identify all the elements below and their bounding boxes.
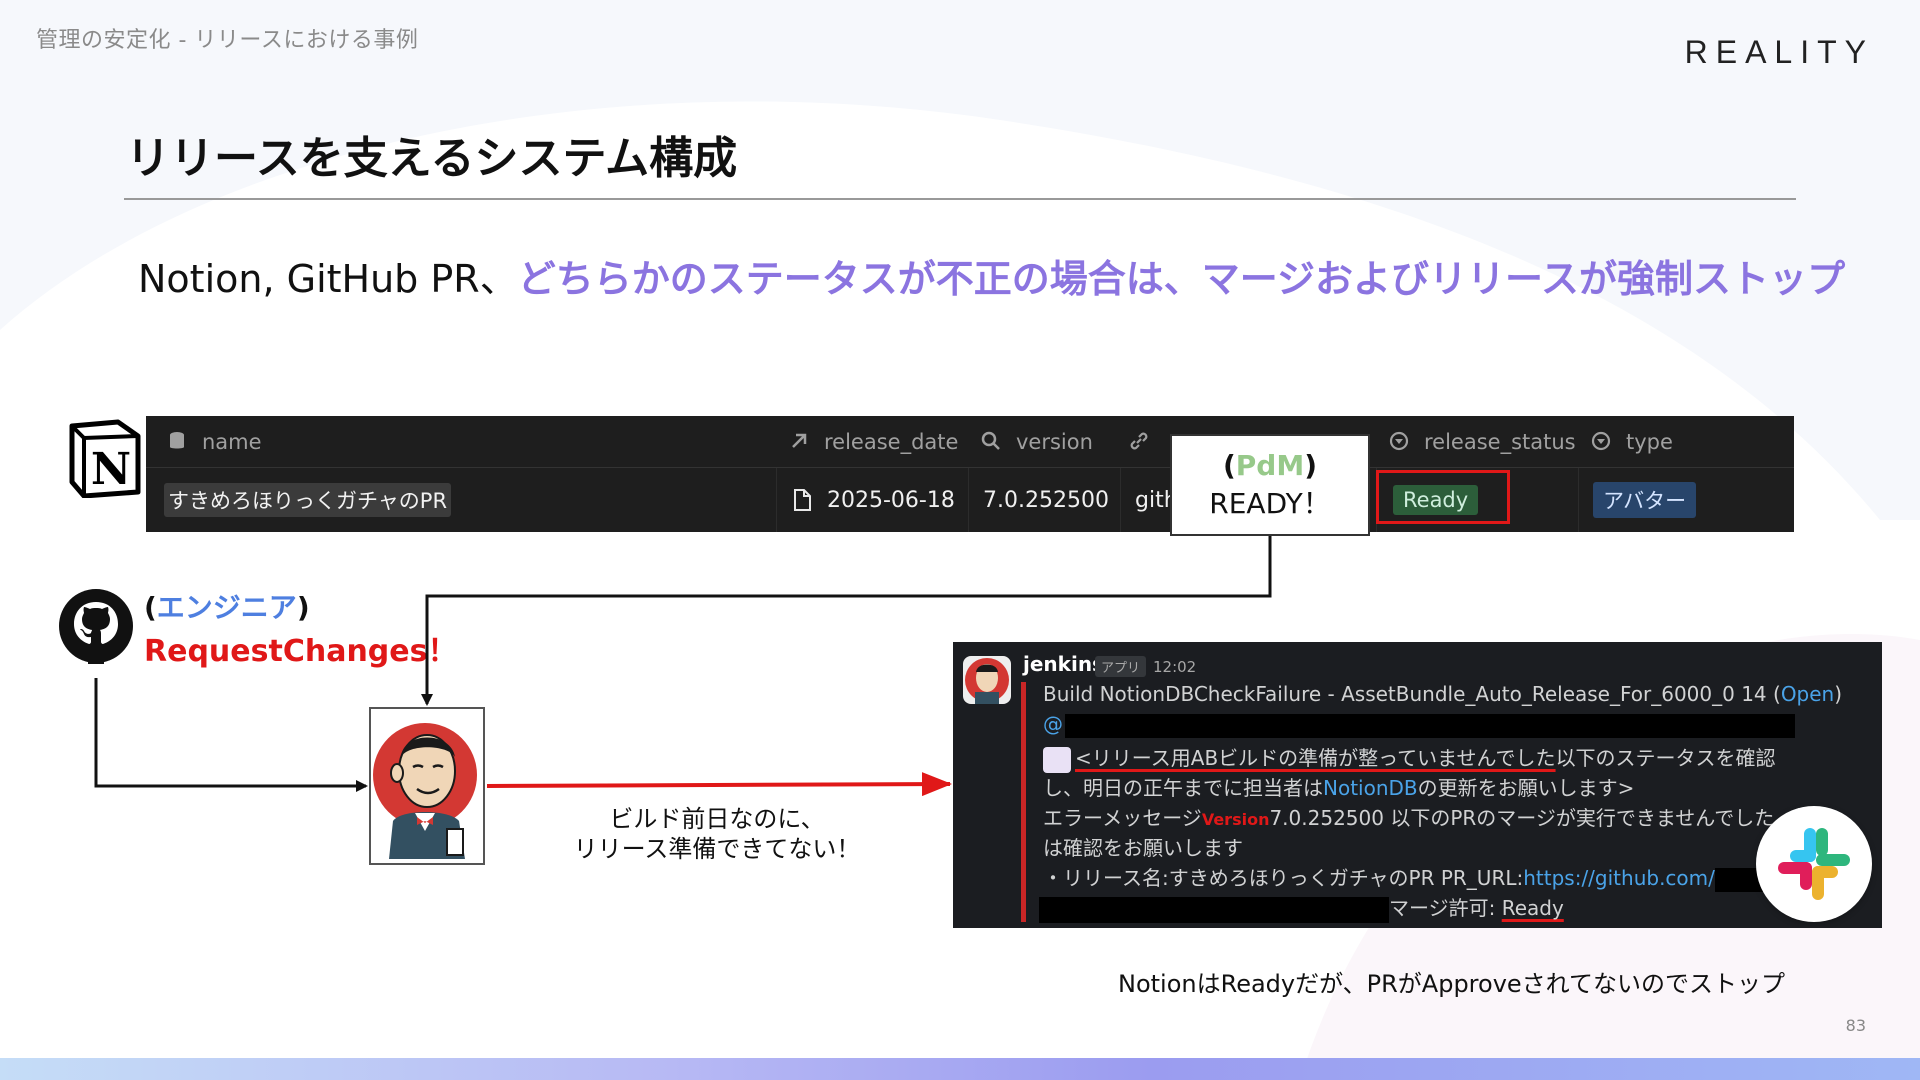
paren-close: ) [296,591,310,624]
paren-close: ) [1304,449,1318,483]
database-icon [166,430,190,454]
build-line: Build NotionDBCheckFailure - AssetBundle… [1043,682,1842,706]
party-emoji-icon [1043,746,1071,773]
pdm-role-line: (PdM) [1223,447,1317,485]
message-text: エラーメッセージ [1043,806,1202,830]
mention[interactable]: @ [1043,712,1063,736]
column-header-release-date[interactable]: release_date [788,416,978,467]
cell-version[interactable]: 7.0.252500 [968,468,1120,532]
message-line-1: <リリース用ABビルドの準備が整っていませんでした以下のステータスを確認 [1043,742,1776,773]
column-header-type[interactable]: type [1590,416,1770,467]
column-header-label: name [202,429,262,454]
message-line-5: ・リリース名:すきめろほりっくガチャのPR PR_URL:https://git… [1043,862,1805,892]
pdm-role: PdM [1235,449,1305,483]
cell-release-date[interactable]: 2025-06-18 [776,468,968,532]
build-close: ) [1834,682,1843,706]
jenkins-mascot-icon [373,723,477,859]
table-header: name release_date version release_status [146,416,1794,468]
column-header-release-status[interactable]: release_status [1388,416,1578,467]
merge-status: Ready [1501,896,1564,920]
version-tag: Version [1201,810,1270,829]
svg-text:N: N [91,444,131,495]
select-icon [1590,430,1614,454]
github-logo-icon [59,589,133,664]
notion-database-table: name release_date version release_status [146,416,1794,532]
column-header-version[interactable]: version [980,416,1130,467]
footer-note: NotionはReadyだが、PRがApproveされてないのでストップ [1118,970,1785,998]
message-rest: 以下のステータスを確認 [1555,746,1776,770]
column-header-name[interactable]: name [166,416,766,467]
ready-highlight-box [1376,470,1510,524]
message-time[interactable]: 12:02 [1153,658,1196,676]
notiondb-link[interactable]: NotionDB [1323,776,1418,800]
brand-logo: REALITY [1684,34,1874,70]
build-text: Build NotionDBCheckFailure - AssetBundle… [1043,682,1781,706]
cell-name[interactable]: すきめろほりっくガチャのPR [146,468,776,532]
message-line-4: は確認をお願いします [1043,836,1243,860]
subtitle: Notion, GitHub PR、どちらかのステータスが不正の場合は、マージお… [138,248,1845,303]
column-header-label: type [1626,429,1673,454]
slack-sender[interactable]: jenkins [1023,652,1104,676]
message-text: の更新をお願いします> [1417,776,1635,800]
subtitle-prefix: Notion, GitHub PR、 [138,257,518,301]
column-header-label: release_date [824,429,959,454]
pdm-status-text: READY！ [1209,487,1331,520]
breadcrumb: 管理の安定化 - リリースにおける事例 [36,28,419,53]
redacted-block [1039,896,1389,923]
search-icon [980,430,1004,454]
message-underlined: <リリース用ABビルドの準備が整っていませんでした [1075,746,1556,770]
attachment-bar [1021,682,1026,922]
title-divider [124,198,1796,200]
arrow-caption: ビルド前日なのに、 リリース準備できてない！ [552,804,882,864]
row-release-date: 2025-06-18 [827,487,955,513]
github-link[interactable]: https://github.com/ [1523,866,1715,890]
message-line-3: エラーメッセージVersion7.0.252500 以下のPRのマージが実行でき… [1043,802,1834,831]
row-name: すきめろほりっくガチャのPR [164,483,452,517]
column-header-label: version [1016,429,1093,454]
paren-open: ( [144,591,157,624]
app-badge: アプリ [1095,656,1147,677]
jenkins-mascot [369,707,485,865]
message-line-6: マージ許可: Ready [1039,892,1564,923]
cell-type[interactable]: アバター [1578,468,1794,532]
open-link[interactable]: Open [1781,682,1834,706]
message-text: し、明日の正午までに担当者は [1043,776,1323,800]
paren-open: ( [1222,449,1236,483]
message-text: 7.0.252500 以下のPRのマージが実行できませんでした。担当 [1269,806,1835,830]
jenkins-avatar[interactable] [963,656,1011,704]
caption-line-2: リリース準備できてない！ [573,835,861,863]
page-number: 83 [1845,1016,1866,1035]
type-badge: アバター [1593,482,1697,518]
arrow-up-right-icon [788,430,812,454]
mention-line: @ [1043,712,1795,738]
row-version: 7.0.252500 [983,487,1109,513]
caption-line-1: ビルド前日なのに、 [609,805,825,833]
request-changes-status: RequestChanges！ [144,634,458,669]
pdm-callout: (PdM) READY！ [1170,434,1370,536]
bottom-gradient-band [0,1058,1920,1080]
slack-notification: jenkins アプリ 12:02 Build NotionDBCheckFai… [953,642,1882,928]
message-text: マージ許可: [1389,896,1502,920]
engineer-label: (エンジニア) [144,586,310,626]
subtitle-highlight: どちらかのステータスが不正の場合は、マージおよびリリースが強制ストップ [517,257,1846,301]
page-title: リリースを支えるシステム構成 [126,133,738,184]
column-header-label: release_status [1424,429,1576,454]
engineer-role: エンジニア [156,591,297,624]
message-line-2: し、明日の正午までに担当者はNotionDBの更新をお願いします> [1043,772,1634,801]
document-icon [791,488,815,512]
select-icon [1388,430,1412,454]
link-icon [1128,430,1152,454]
table-row[interactable]: すきめろほりっくガチャのPR 2025-06-18 7.0.252500 git… [146,468,1794,532]
notion-logo-icon: N [69,419,141,498]
slack-logo-icon [1756,806,1872,922]
redacted-block [1065,713,1795,738]
message-text: ・リリース名:すきめろほりっくガチャのPR PR_URL: [1043,866,1524,890]
